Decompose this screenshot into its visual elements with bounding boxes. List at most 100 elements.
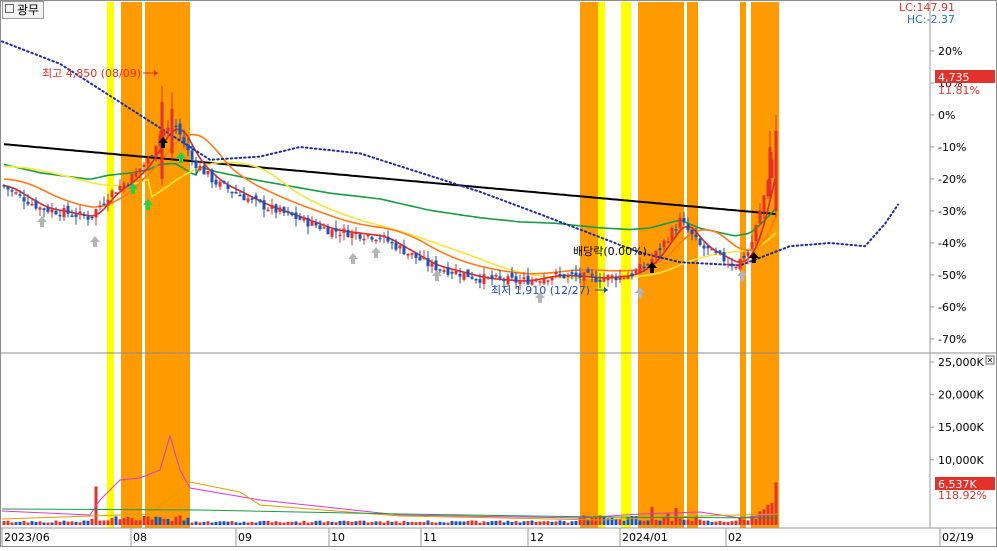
candle-body [618,275,622,281]
volume-bar [42,522,46,525]
volume-bar [774,482,778,525]
price-tick-label: -30% [938,205,966,218]
volume-bar [142,515,146,525]
candle-body [262,200,266,210]
volume-bar [66,521,70,525]
candle-body [314,222,318,226]
volume-bar [534,521,538,525]
candle-body [406,253,410,256]
candle-body [318,225,322,230]
candle-body [390,241,394,244]
candle-body [342,228,346,234]
volume-bar [90,518,94,525]
price-tick-label: -50% [938,269,966,282]
volume-bar [314,520,318,525]
volume-bar [686,519,690,525]
volume-bar [762,509,766,525]
candle-body [378,237,382,240]
stock-chart[interactable]: 최고 4,850 (08/09) 최저 1,910 (12/27) 배당락(0.00… [0,0,997,547]
x-tick-label: 09 [238,531,252,544]
candle-body [66,205,70,214]
candle-body [574,272,578,276]
candle-body [170,108,174,154]
candle-body [10,190,14,192]
candle-body [102,203,106,205]
volume-bar [482,521,486,525]
candle-body [614,276,618,281]
x-tick-label: 02/19 [942,531,974,544]
candle-body [730,263,734,267]
candle-body [238,194,242,197]
volume-bar [342,520,346,525]
candle-body [202,165,206,175]
volume-bar [374,521,378,525]
volume-bar [386,520,390,525]
candle-body [266,209,270,212]
volume-bar [682,519,686,525]
candle-body [742,255,746,258]
current-volume-change-label: 118.92% [938,489,987,502]
volume-bar [670,520,674,525]
price-tick-label: -20% [938,173,966,186]
volume-bar [726,522,730,525]
volume-bar [470,520,474,525]
volume-bar [506,520,510,525]
candle-body [30,203,34,206]
candle-body [178,123,182,135]
highlight-band [621,2,631,528]
candle-body [602,278,606,282]
volume-bar [654,519,658,525]
volume-bar [530,520,534,525]
candle-body [234,191,238,194]
highlight-band [751,2,779,528]
candle-body [768,147,772,195]
volume-bar [290,521,294,525]
volume-bar [178,515,182,525]
candle-body [582,272,586,281]
stock-name-tab[interactable]: 광무 [2,1,45,19]
candle-body [14,192,18,194]
candle-body [418,256,422,261]
volume-bar [58,521,62,525]
candle-body [474,278,478,281]
candle-body [762,195,766,213]
candle-body [38,207,42,210]
volume-bar [706,520,710,525]
candle-body [374,239,378,242]
volume-bar [2,521,6,525]
price-tick-label: -40% [938,237,966,250]
volume-bar [434,522,438,525]
x-tick-label: 2024/01 [622,531,668,544]
volume-bar [626,516,630,525]
candle-body [542,278,546,284]
volume-bar [162,518,166,525]
candle-body [334,228,338,232]
volume-bar [418,521,422,525]
volume-tick-label: 15,000K [938,421,984,434]
volume-bar [206,521,210,525]
candle-body [446,267,450,275]
volume-bar [246,522,250,525]
candle-body [658,248,662,251]
candle-body [386,236,390,242]
candle-body [254,195,258,199]
candle-body [34,200,38,209]
volume-bar [734,520,738,525]
candle-body [206,170,210,175]
volume-bar [234,522,238,525]
volume-bar [562,521,566,525]
chart-canvas[interactable]: 최고 4,850 (08/09) 최저 1,910 (12/27) 배당락(0.00… [0,0,997,547]
volume-bar [310,522,314,525]
candle-body [666,241,670,243]
candle-body [502,279,506,282]
highlight-band [580,2,598,528]
candle-body [450,271,454,274]
candle-body [94,209,98,218]
volume-bar [498,520,502,525]
candle-body [186,144,190,151]
candle-body [42,208,46,210]
volume-bar [242,521,246,525]
volume-bar [518,522,522,525]
volume-bar [166,518,170,525]
collapse-icon[interactable] [5,4,14,13]
